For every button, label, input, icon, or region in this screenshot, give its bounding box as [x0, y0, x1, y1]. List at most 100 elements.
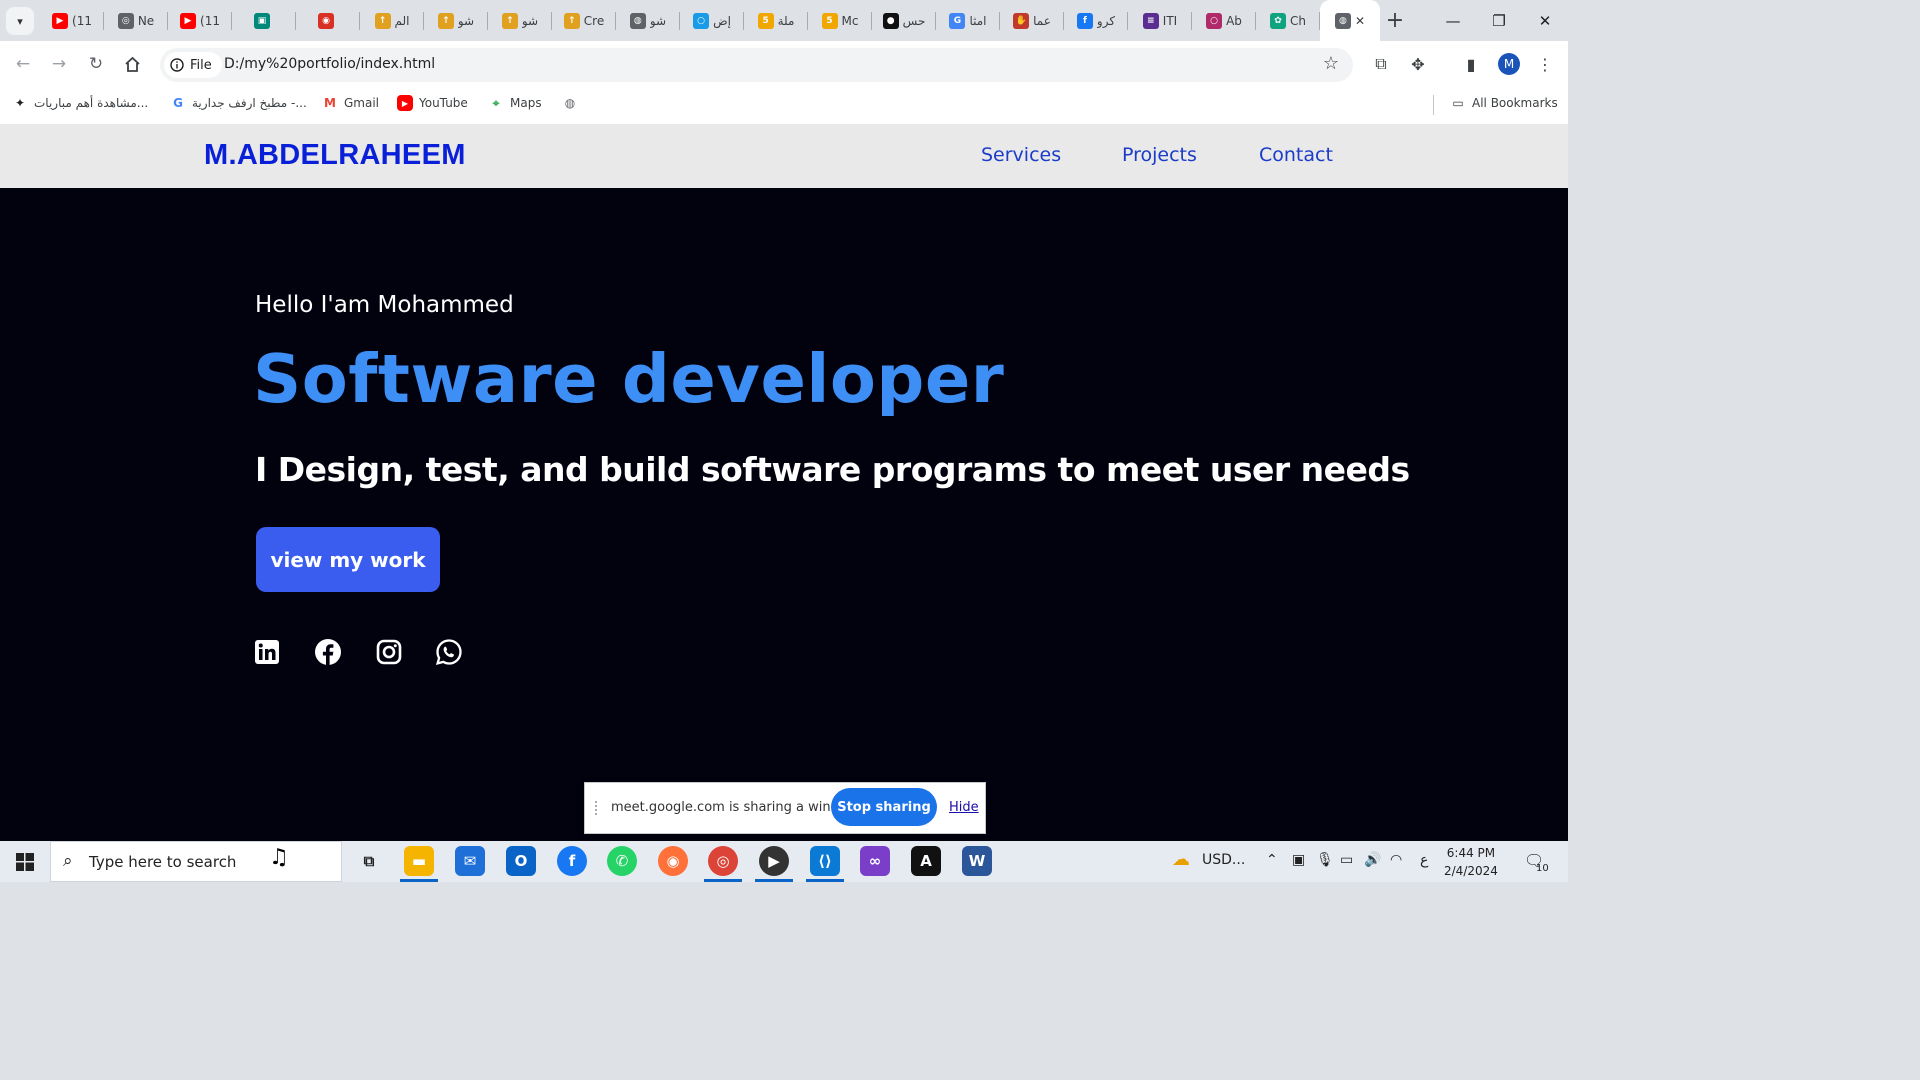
side-panel-icon[interactable]: ▮ [1458, 51, 1484, 77]
address-bar[interactable]: File D:/my%20portfolio/index.html ☆ [160, 48, 1353, 82]
reload-button[interactable]: ↻ [83, 51, 109, 77]
browser-tab[interactable]: ↑ Cre [552, 0, 616, 41]
close-tab-icon[interactable]: ✕ [1355, 14, 1365, 28]
firefox-icon[interactable]: ◉ [658, 846, 688, 876]
browser-tab-active[interactable]: ◍ ✕ [1320, 0, 1380, 41]
browser-tab[interactable]: ▶ (11 [40, 0, 104, 41]
word-icon[interactable]: W [962, 846, 992, 876]
arrow-left-icon: ← [15, 54, 31, 74]
view-my-work-button[interactable]: view my work [256, 527, 440, 592]
mail-icon[interactable]: ✉ [455, 846, 485, 876]
menu-icon[interactable]: ⋮ [1532, 51, 1558, 77]
home-button[interactable] [119, 51, 145, 77]
facebook-icon: f [1076, 12, 1093, 29]
vscode-icon[interactable]: ⟨⟩ [810, 846, 840, 876]
running-indicator [400, 879, 438, 882]
bookmark-star-icon[interactable]: ☆ [1323, 53, 1339, 74]
youtube-icon: ▶ [180, 12, 197, 29]
battery-icon[interactable]: ▭ [1340, 852, 1353, 868]
browser-tab[interactable]: G امثا [936, 0, 1000, 41]
globe-icon: ◍ [564, 96, 576, 110]
wifi-icon[interactable]: ◠ [1390, 852, 1402, 868]
browser-tab[interactable]: ● حس [872, 0, 936, 41]
bookmark-item[interactable]: ◍ [562, 95, 578, 111]
bookmark-item[interactable]: ⌖ Maps [488, 95, 542, 111]
language-indicator[interactable]: ع [1420, 852, 1428, 868]
running-indicator [704, 879, 742, 882]
forward-button[interactable]: → [46, 51, 72, 77]
browser-tab[interactable]: ▶ (11 [168, 0, 232, 41]
site-info-chip[interactable]: File [164, 52, 222, 78]
restore-button[interactable]: ❐ [1476, 0, 1522, 41]
task-view-icon[interactable]: ⧉ [354, 846, 384, 876]
start-button[interactable] [0, 841, 50, 882]
browser-tab[interactable]: ◉ [296, 0, 360, 41]
close-window-button[interactable]: ✕ [1522, 0, 1568, 41]
visual-studio-icon[interactable]: ∞ [860, 846, 890, 876]
acrobat-icon[interactable]: A [911, 846, 941, 876]
nav-projects[interactable]: Projects [1122, 144, 1197, 166]
media-player-icon[interactable]: ▶ [759, 846, 789, 876]
search-placeholder: Type here to search [89, 853, 237, 871]
browser-tab[interactable]: ◍ شو [616, 0, 680, 41]
browser-tab[interactable]: 5 Mc [808, 0, 872, 41]
instagram-icon[interactable] [375, 638, 403, 666]
notification-count: 10 [1536, 863, 1549, 874]
bookmark-item[interactable]: ✦ مشاهدة أهم مباريات... [12, 95, 148, 111]
file-explorer-icon[interactable]: ▬ [404, 846, 434, 876]
site-logo[interactable]: M.ABDELRAHEEM [204, 139, 466, 172]
browser-tab[interactable]: ↑ شو [488, 0, 552, 41]
nav-contact[interactable]: Contact [1259, 144, 1333, 166]
extensions-icon[interactable]: ✥ [1405, 51, 1431, 77]
browser-tab[interactable]: ○ إض [680, 0, 744, 41]
stop-sharing-button[interactable]: Stop sharing [831, 788, 937, 826]
browser-tab[interactable]: ✿ Ch [1256, 0, 1320, 41]
volume-icon[interactable]: 🔊 [1364, 852, 1381, 868]
cast-icon[interactable]: ⧉ [1368, 51, 1394, 77]
circle-icon: ○ [1206, 12, 1223, 29]
chatgpt-icon: ✿ [1270, 12, 1286, 29]
linkedin-icon[interactable] [253, 638, 281, 666]
profile-avatar[interactable]: M [1498, 53, 1520, 75]
device-icon[interactable]: ▣ [1292, 852, 1305, 868]
browser-tab[interactable]: ✋ عما [1000, 0, 1064, 41]
clock[interactable]: 6:44 PM 2/4/2024 [1444, 844, 1498, 880]
facebook-icon[interactable] [314, 638, 342, 666]
browser-tab[interactable]: ↑ شو [424, 0, 488, 41]
whatsapp-icon[interactable] [435, 638, 463, 666]
globe-icon: ◍ [1334, 12, 1351, 29]
minimize-button[interactable]: — [1430, 0, 1476, 41]
browser-tab[interactable]: ↑ الم [360, 0, 424, 41]
weather-icon[interactable]: ☁ [1172, 849, 1190, 870]
tab-search-button[interactable]: ▾ [6, 7, 34, 35]
weather-text[interactable]: USD... [1202, 852, 1245, 868]
microphone-icon[interactable]: 🎙 [1316, 852, 1334, 868]
browser-tab[interactable]: ◎ Ne [104, 0, 168, 41]
browser-tab[interactable]: f كرو [1064, 0, 1128, 41]
whatsapp-app-icon[interactable]: ✆ [607, 846, 637, 876]
back-button[interactable]: ← [10, 51, 36, 77]
all-bookmarks-button[interactable]: ▭ All Bookmarks [1450, 95, 1557, 111]
outlook-icon[interactable]: O [506, 846, 536, 876]
nav-services[interactable]: Services [981, 144, 1061, 166]
chevron-up-icon[interactable]: ⌃ [1266, 852, 1278, 868]
chrome-icon[interactable]: ◎ [708, 846, 738, 876]
google-icon: G [173, 96, 183, 110]
drag-handle[interactable] [595, 801, 602, 815]
taskbar-search-box[interactable]: ⌕ Type here to search ♫ [50, 841, 342, 882]
browser-tab[interactable]: ○ Ab [1192, 0, 1256, 41]
tab-title: Cre [583, 13, 605, 28]
bookmark-item[interactable]: ▶ YouTube [397, 95, 468, 111]
browser-tab[interactable]: ▣ [232, 0, 296, 41]
facebook-app-icon[interactable]: f [557, 846, 587, 876]
mostaql-icon: ↑ [374, 12, 391, 29]
new-tab-button[interactable]: + [1380, 0, 1410, 41]
hide-share-bar-link[interactable]: Hide [949, 800, 979, 815]
share-message: meet.google.com is sharing a window. [611, 800, 861, 815]
home-icon [124, 56, 140, 72]
browser-tab[interactable]: ≡ ITI [1128, 0, 1192, 41]
bookmark-item[interactable]: M Gmail [322, 95, 379, 111]
bookmark-item[interactable]: G مطبخ ارفف جدارية -... [170, 95, 307, 111]
browser-tab[interactable]: 5 ملة [744, 0, 808, 41]
url-text[interactable]: D:/my%20portfolio/index.html [224, 56, 435, 72]
